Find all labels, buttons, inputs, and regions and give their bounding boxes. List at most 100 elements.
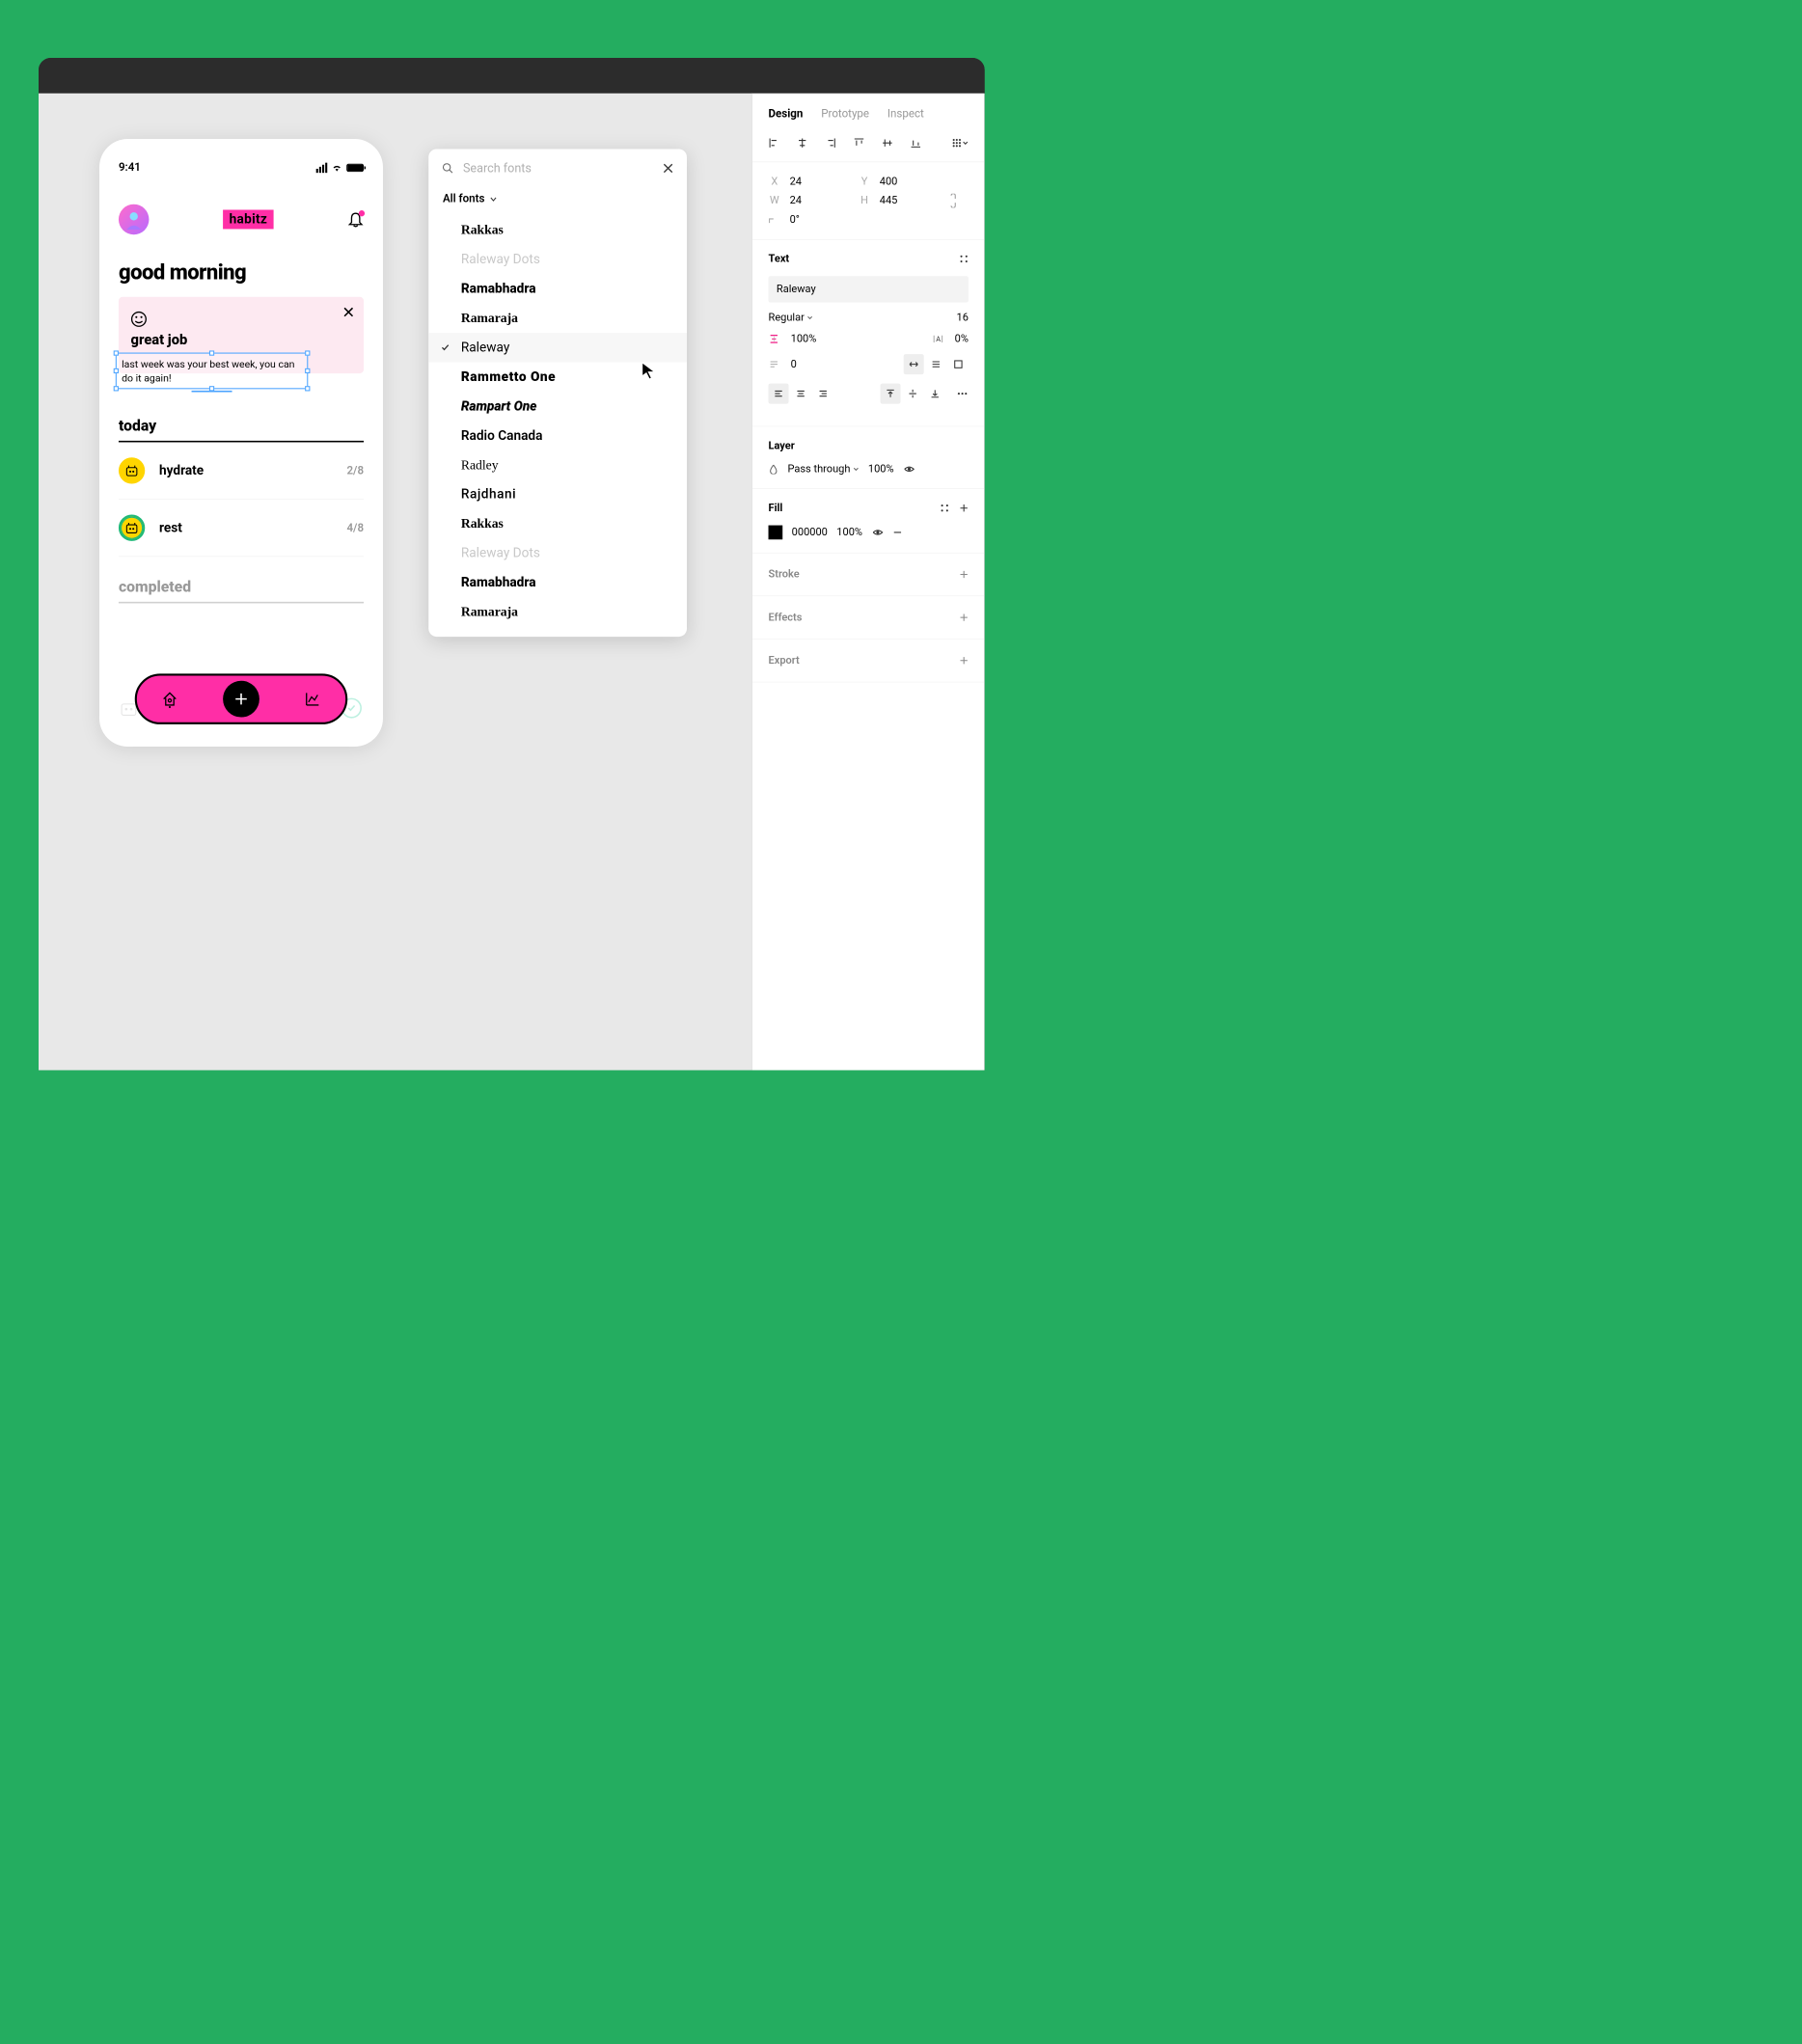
phone-mockup[interactable]: 9:41 habitz <box>99 139 383 747</box>
more-options-icon[interactable] <box>956 388 969 400</box>
font-option[interactable]: Ramabhadra <box>428 274 687 303</box>
valign-top[interactable] <box>881 384 901 404</box>
font-list[interactable]: RakkasRaleway DotsRamabhadraRamarajaRale… <box>428 215 687 626</box>
letter-spacing-field[interactable]: 0% <box>955 333 969 345</box>
plus-icon[interactable] <box>959 504 968 512</box>
font-option[interactable]: Radio Canada <box>428 421 687 450</box>
card-close[interactable] <box>342 306 355 318</box>
fixed-size-button[interactable] <box>948 354 969 374</box>
canvas[interactable]: 9:41 habitz <box>39 94 751 1071</box>
fill-panel-title: Fill <box>769 502 783 514</box>
resize-handle[interactable] <box>305 386 310 391</box>
style-icon[interactable] <box>940 504 948 512</box>
align-more[interactable] <box>951 137 969 149</box>
align-left-icon[interactable] <box>769 137 780 149</box>
today-heading: today <box>119 417 364 442</box>
inspector-sidebar: Design Prototype Inspect X 24 <box>751 94 985 1071</box>
font-option[interactable]: Rampart One <box>428 392 687 421</box>
font-option[interactable]: Rakkas <box>428 215 687 244</box>
align-bottom-icon[interactable] <box>911 137 922 149</box>
constrain-icon[interactable] <box>948 194 959 208</box>
font-option[interactable]: Rakkas <box>428 509 687 538</box>
effects-section[interactable]: Effects <box>752 596 985 640</box>
visibility-icon[interactable] <box>903 463 915 476</box>
text-align-left[interactable] <box>769 384 789 404</box>
fill-opacity-field[interactable]: 100% <box>836 527 862 539</box>
window-titlebar <box>39 58 985 94</box>
align-top-icon[interactable] <box>854 137 865 149</box>
resize-handle[interactable] <box>305 350 310 355</box>
font-option[interactable]: Raleway Dots <box>428 538 687 567</box>
layer-opacity-field[interactable]: 100% <box>868 463 894 476</box>
resize-handle[interactable] <box>305 368 310 373</box>
blend-mode-field[interactable]: Pass through <box>787 463 859 476</box>
export-section[interactable]: Export <box>752 640 985 683</box>
font-size-field[interactable]: 16 <box>957 312 969 324</box>
font-option[interactable]: Radley <box>428 450 687 479</box>
fill-hex-field[interactable]: 000000 <box>792 527 828 539</box>
fill-swatch[interactable] <box>769 526 783 540</box>
paragraph-spacing-icon <box>769 359 780 370</box>
nav-add[interactable] <box>223 681 259 718</box>
selected-text-layer[interactable]: last week was your best week, you can do… <box>116 353 309 390</box>
stroke-section[interactable]: Stroke <box>752 553 985 596</box>
style-icon[interactable] <box>959 255 968 263</box>
tab-inspect[interactable]: Inspect <box>887 107 924 120</box>
resize-handle[interactable] <box>114 350 119 355</box>
selection-underline <box>192 391 232 393</box>
h-value[interactable]: 445 <box>880 195 940 207</box>
x-value[interactable]: 24 <box>790 176 850 188</box>
font-family-field[interactable]: Raleway <box>769 276 969 302</box>
font-option[interactable]: Raleway Dots <box>428 245 687 274</box>
design-tool-window: 9:41 habitz <box>39 58 985 1070</box>
text-align-right[interactable] <box>813 384 833 404</box>
align-controls <box>752 134 985 162</box>
resize-handle[interactable] <box>114 386 119 391</box>
line-height-field[interactable]: 100% <box>791 333 921 345</box>
font-option[interactable]: Rajdhani <box>428 479 687 508</box>
habit-row[interactable]: rest 4/8 <box>119 500 364 557</box>
resize-handle[interactable] <box>209 350 214 355</box>
font-filter[interactable]: All fonts <box>428 187 687 215</box>
valign-middle[interactable] <box>903 384 923 404</box>
brand-logo: habitz <box>223 210 273 230</box>
notification-dot <box>359 210 365 216</box>
tab-design[interactable]: Design <box>769 107 804 120</box>
font-picker-close[interactable] <box>663 163 674 175</box>
plus-icon[interactable] <box>959 613 968 621</box>
font-search-input[interactable] <box>463 161 653 176</box>
w-value[interactable]: 24 <box>790 195 850 207</box>
close-icon <box>342 306 355 318</box>
valign-bottom[interactable] <box>925 384 945 404</box>
y-value[interactable]: 400 <box>880 176 940 188</box>
align-hcenter-icon[interactable] <box>797 137 808 149</box>
avatar[interactable] <box>119 204 150 235</box>
tab-prototype[interactable]: Prototype <box>821 107 869 120</box>
rotation-icon <box>769 216 781 224</box>
plus-icon[interactable] <box>959 656 968 665</box>
auto-height-button[interactable] <box>926 354 946 374</box>
font-option[interactable]: Raleway <box>428 333 687 362</box>
font-option[interactable]: Ramaraja <box>428 304 687 333</box>
align-vcenter-icon[interactable] <box>882 137 893 149</box>
battery-icon <box>346 163 364 171</box>
font-option[interactable]: Ramabhadra <box>428 568 687 597</box>
rotation-value[interactable]: 0° <box>790 214 850 227</box>
signal-icon <box>316 162 328 172</box>
habit-row[interactable]: hydrate 2/8 <box>119 442 364 499</box>
resize-handle[interactable] <box>114 368 119 373</box>
align-right-icon[interactable] <box>825 137 836 149</box>
nav-stats[interactable] <box>300 687 325 712</box>
font-weight-field[interactable]: Regular <box>769 312 945 324</box>
visibility-icon[interactable] <box>871 527 884 539</box>
minus-icon[interactable] <box>892 528 901 536</box>
layer-panel: Layer Pass through 100% <box>752 426 985 489</box>
paragraph-spacing-field[interactable]: 0 <box>791 358 893 370</box>
plus-icon[interactable] <box>959 570 968 579</box>
notification-bell[interactable] <box>347 211 364 228</box>
text-align-center[interactable] <box>791 384 811 404</box>
font-option[interactable]: Ramaraja <box>428 597 687 626</box>
nav-home[interactable] <box>157 687 182 712</box>
bottom-nav <box>135 673 348 724</box>
auto-width-button[interactable] <box>904 354 924 374</box>
